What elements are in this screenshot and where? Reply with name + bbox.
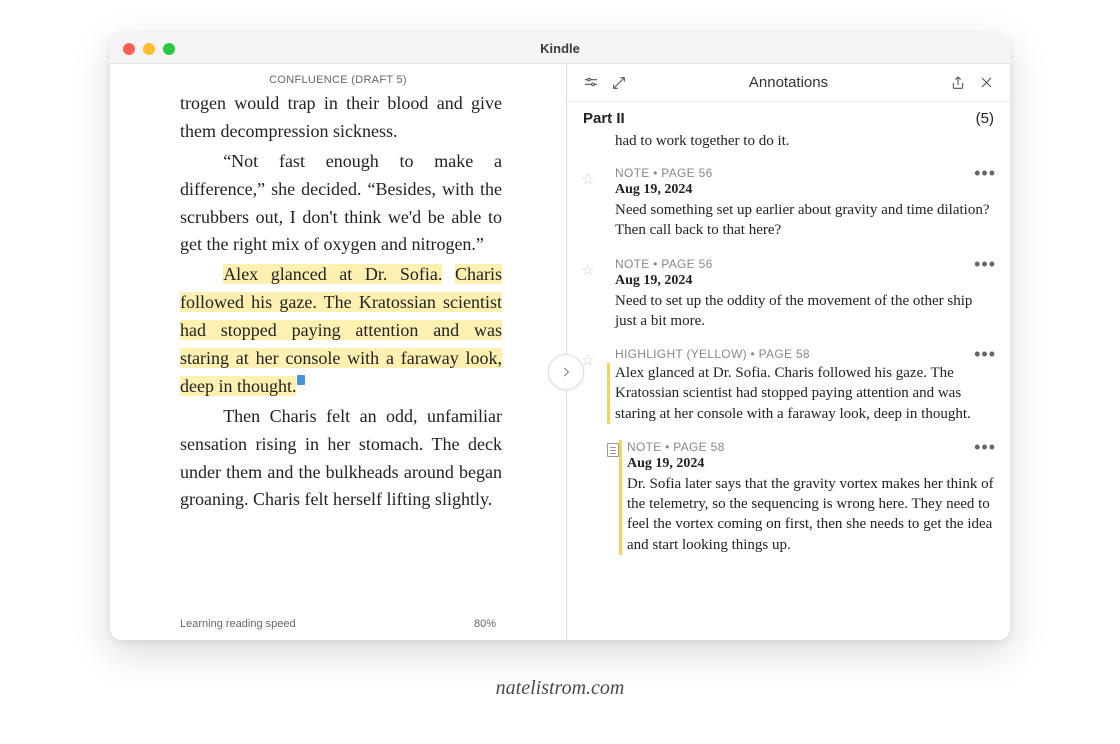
star-icon[interactable]: ☆ xyxy=(581,261,594,279)
annotation-date: Aug 19, 2024 xyxy=(627,456,994,472)
annotation-date: Aug 19, 2024 xyxy=(615,182,994,198)
note-icon xyxy=(607,443,619,457)
annotation-item[interactable]: ☆ ••• NOTE • PAGE 56 Aug 19, 2024 Need s… xyxy=(567,160,1010,251)
more-menu-button[interactable]: ••• xyxy=(974,349,996,359)
collapse-button[interactable] xyxy=(605,69,633,97)
page-body[interactable]: trogen would trap in their blood and giv… xyxy=(110,90,566,612)
annotation-meta: NOTE • PAGE 58 xyxy=(627,440,994,454)
watermark: natelistrom.com xyxy=(0,677,1120,700)
highlighted-text[interactable]: Charis followed his gaze. The Kratossian… xyxy=(180,264,502,396)
chevron-right-icon xyxy=(559,365,573,379)
expand-arrows-icon xyxy=(611,75,627,91)
progress-percent: 80% xyxy=(474,618,496,630)
annotation-list[interactable]: ☆ ••• NOTE • PAGE 56 Aug 19, 2024 Need s… xyxy=(567,160,1010,640)
more-menu-button[interactable]: ••• xyxy=(974,442,996,452)
paragraph: Then Charis felt an odd, unfamiliar sens… xyxy=(180,403,502,515)
reading-speed-label: Learning reading speed xyxy=(180,618,296,630)
paragraph: trogen would trap in their blood and giv… xyxy=(180,90,502,146)
highlight-bar: NOTE • PAGE 58 Aug 19, 2024 Dr. Sofia la… xyxy=(619,440,994,555)
annotation-item[interactable]: ☆ ••• NOTE • PAGE 56 Aug 19, 2024 Need t… xyxy=(567,251,1010,342)
share-button[interactable] xyxy=(944,69,972,97)
annotation-body: Need to set up the oddity of the movemen… xyxy=(615,291,994,332)
annotation-body: Dr. Sofia later says that the gravity vo… xyxy=(627,474,994,555)
close-icon xyxy=(979,75,994,90)
annotation-meta: NOTE • PAGE 56 xyxy=(615,166,994,180)
filter-button[interactable] xyxy=(577,69,605,97)
paragraph: Alex glanced at Dr. Sofia. Charis follow… xyxy=(180,261,502,400)
section-name: Part II xyxy=(583,110,625,127)
annotation-body: Alex glanced at Dr. Sofia. Charis follow… xyxy=(615,363,994,424)
context-fragment: had to work together to do it. xyxy=(567,133,1010,160)
annotation-meta: HIGHLIGHT (YELLOW) • PAGE 58 xyxy=(615,347,994,361)
document-title: CONFLUENCE (DRAFT 5) xyxy=(110,64,566,90)
close-panel-button[interactable] xyxy=(972,69,1000,97)
app-window: Kindle CONFLUENCE (DRAFT 5) trogen would… xyxy=(110,34,1010,640)
paragraph: “Not fast enough to make a difference,” … xyxy=(180,148,502,260)
panel-header: Annotations xyxy=(567,64,1010,102)
annotation-date: Aug 19, 2024 xyxy=(615,273,994,289)
annotation-body: Need something set up earlier about grav… xyxy=(615,200,994,241)
reader-footer: Learning reading speed 80% xyxy=(110,612,566,640)
reader-pane: CONFLUENCE (DRAFT 5) trogen would trap i… xyxy=(110,64,567,640)
sliders-icon xyxy=(583,75,599,91)
highlight-bar: Alex glanced at Dr. Sofia. Charis follow… xyxy=(607,363,994,424)
more-menu-button[interactable]: ••• xyxy=(974,259,996,269)
annotations-panel: Annotations Part II (5) had to work t xyxy=(567,64,1010,640)
annotation-item[interactable]: ☆ ••• HIGHLIGHT (YELLOW) • PAGE 58 Alex … xyxy=(567,341,1010,434)
content-area: CONFLUENCE (DRAFT 5) trogen would trap i… xyxy=(110,64,1010,640)
highlighted-text[interactable]: Alex glanced at Dr. Sofia. xyxy=(223,264,442,284)
section-header[interactable]: Part II (5) xyxy=(567,102,1010,133)
titlebar: Kindle xyxy=(110,34,1010,64)
note-marker-icon[interactable] xyxy=(297,375,305,385)
next-page-button[interactable] xyxy=(548,354,584,390)
window-title: Kindle xyxy=(110,41,1010,56)
section-count: (5) xyxy=(976,110,994,127)
annotation-item[interactable]: ••• NOTE • PAGE 58 Aug 19, 2024 Dr. Sofi… xyxy=(567,434,1010,565)
star-icon[interactable]: ☆ xyxy=(581,170,594,188)
annotation-meta: NOTE • PAGE 56 xyxy=(615,257,994,271)
more-menu-button[interactable]: ••• xyxy=(974,168,996,178)
share-icon xyxy=(950,75,966,91)
